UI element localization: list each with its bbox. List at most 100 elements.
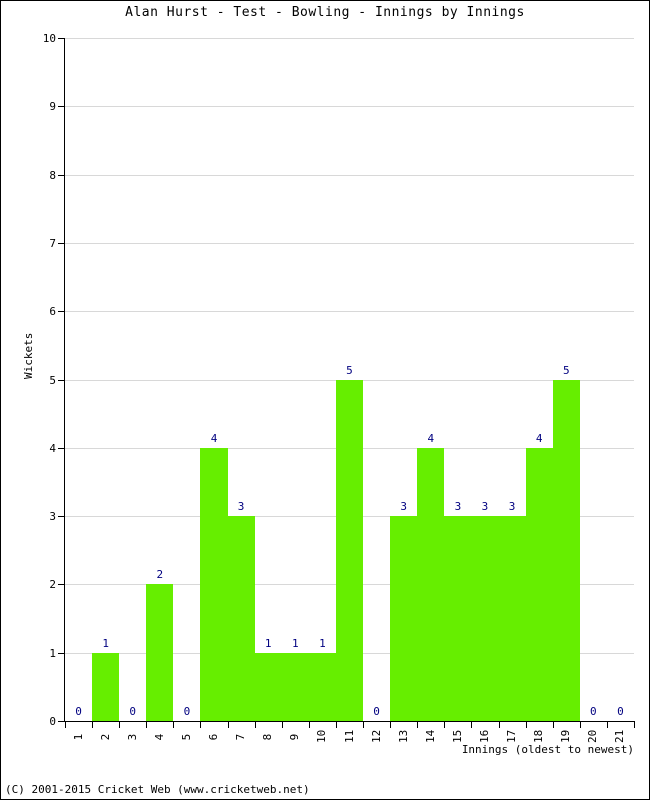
bar: [417, 447, 445, 721]
x-tick-label: 12: [369, 729, 383, 743]
x-tick-label: 17: [505, 729, 519, 743]
bar-value-label: 0: [129, 705, 137, 718]
x-tick-label: 5: [179, 733, 193, 741]
bar-value-label: 1: [291, 636, 299, 650]
y-tick-label: 9: [49, 100, 56, 114]
x-tick-mark: [92, 722, 94, 728]
bar: [335, 379, 364, 721]
x-tick-mark: [335, 722, 337, 728]
x-tick-label: 6: [207, 733, 221, 741]
gridline: [65, 38, 634, 39]
bar: [281, 652, 309, 721]
bar: [498, 516, 526, 721]
bar-value-label: 5: [346, 363, 353, 377]
x-tick-label: 9: [288, 733, 302, 741]
x-axis-line: [64, 721, 635, 722]
bar-value-label: 1: [102, 636, 109, 650]
bar-value-label: 0: [183, 705, 191, 718]
x-tick-mark: [552, 722, 554, 728]
x-tick-mark: [525, 722, 527, 728]
x-tick-label: 15: [450, 729, 464, 743]
x-tick-label: 3: [125, 733, 139, 741]
gridline: [65, 242, 634, 244]
x-tick-mark: [254, 722, 256, 728]
x-tick-mark: [417, 722, 419, 728]
bar: [200, 447, 228, 721]
bar: [390, 516, 418, 721]
x-tick-label: 10: [315, 729, 329, 743]
chart-title: Alan Hurst - Test - Bowling - Innings by…: [125, 5, 525, 20]
x-tick-mark: [173, 722, 175, 728]
bar: [254, 652, 282, 721]
x-tick-mark: [634, 722, 635, 728]
bar-value-label: 3: [454, 500, 462, 514]
bar-value-label: 1: [264, 636, 272, 650]
y-tick-label: 3: [49, 510, 56, 524]
x-tick-mark: [444, 722, 446, 728]
gridline: [65, 311, 634, 313]
bar-value-label: 0: [590, 705, 597, 718]
gridline: [65, 174, 634, 176]
x-tick-mark: [471, 722, 473, 728]
bar-value-label: 5: [562, 363, 570, 377]
x-tick-label: 7: [234, 733, 248, 741]
bar: [146, 584, 174, 721]
x-tick-label: 16: [477, 729, 491, 743]
x-tick-mark: [65, 722, 66, 728]
x-tick-mark: [281, 722, 283, 728]
x-tick-mark: [498, 722, 500, 728]
bar: [552, 379, 580, 721]
x-tick-mark: [606, 722, 608, 728]
y-tick-label: 2: [49, 578, 56, 592]
x-tick-mark: [308, 722, 310, 728]
bar-value-label: 3: [400, 500, 407, 514]
x-tick-label: 2: [98, 733, 112, 741]
y-tick-label: 7: [49, 236, 56, 250]
bar: [227, 516, 255, 721]
x-tick-label: 4: [152, 733, 166, 741]
x-tick-label: 14: [423, 729, 437, 743]
bar-value-label: 0: [75, 705, 82, 718]
x-tick-mark: [579, 722, 581, 728]
y-tick-label: 6: [49, 305, 56, 319]
x-tick-label: 20: [586, 729, 600, 743]
x-tick-mark: [363, 722, 365, 728]
plot-area: 0 1 0 2 0 4 3 1 1 1 5 0 3 4 3 3 3 4 5 0 0: [65, 38, 634, 721]
bar-value-label: 1: [319, 636, 326, 650]
bar-value-label: 4: [535, 431, 543, 445]
bowling-innings-chart: Alan Hurst - Test - Bowling - Innings by…: [0, 0, 650, 800]
x-tick-label: 1: [71, 733, 85, 741]
bar: [92, 652, 120, 721]
y-axis-title: Wickets: [22, 332, 35, 379]
bar-value-label: 4: [210, 431, 218, 445]
x-tick-mark: [227, 722, 229, 728]
gridline: [65, 106, 634, 108]
x-tick-label: 18: [532, 729, 546, 743]
x-tick-mark: [119, 722, 121, 728]
bar-value-label: 2: [156, 568, 164, 582]
x-axis-title: Innings (oldest to newest): [461, 743, 634, 756]
bar: [471, 516, 499, 721]
bar: [525, 447, 553, 721]
x-tick-label: 11: [342, 729, 356, 743]
bar-value-label: 0: [617, 705, 624, 718]
x-tick-label: 13: [396, 729, 410, 743]
x-tick-mark: [390, 722, 392, 728]
x-tick-mark: [200, 722, 202, 728]
bar-value-label: 3: [508, 500, 516, 514]
bar: [444, 516, 472, 721]
bar: [308, 652, 336, 721]
y-tick-label: 1: [49, 646, 56, 660]
bar-value-label: 3: [481, 500, 489, 514]
y-tick-label: 0: [49, 715, 56, 728]
bar-value-label: 3: [237, 500, 245, 514]
bar-value-label: 4: [427, 431, 435, 445]
x-tick-label: 8: [261, 733, 275, 741]
x-tick-label: 21: [613, 729, 627, 743]
y-tick-label: 8: [49, 168, 56, 182]
copyright-footer: (C) 2001-2015 Cricket Web (www.cricketwe…: [5, 783, 310, 796]
y-tick-label: 4: [49, 441, 56, 455]
y-tick-label: 10: [42, 32, 56, 45]
bar-value-label: 0: [373, 705, 380, 718]
x-tick-label: 19: [559, 729, 573, 743]
